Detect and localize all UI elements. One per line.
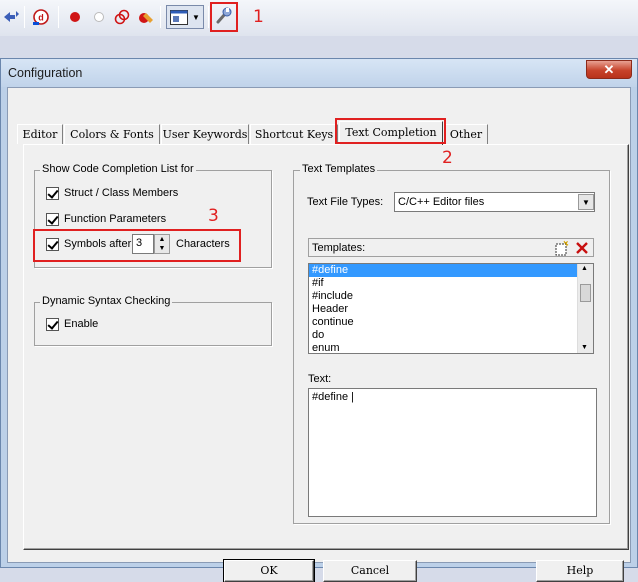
syntax-checking-group-title: Dynamic Syntax Checking (40, 295, 173, 307)
configuration-wrench-icon[interactable] (215, 6, 233, 26)
spin-down-icon[interactable]: ▼ (155, 244, 169, 253)
text-file-types-select[interactable]: C/C++ Editor files (394, 192, 595, 212)
text-templates-group-title: Text Templates (300, 163, 378, 175)
scroll-thumb[interactable] (580, 284, 591, 302)
tab-colors-fonts[interactable]: Colors & Fonts (64, 124, 160, 144)
spin-up-icon[interactable]: ▲ (155, 235, 169, 244)
chevron-down-icon[interactable]: ▼ (578, 194, 594, 210)
tab-other[interactable]: Other (444, 124, 488, 144)
annotation-box-2 (335, 118, 446, 144)
ok-button[interactable]: OK (223, 559, 315, 582)
function-params-checkbox[interactable] (46, 213, 59, 226)
symbols-after-checkbox[interactable] (46, 238, 59, 251)
window-layout-dropdown[interactable]: ▼ (166, 5, 204, 29)
kill-breakpoints-icon[interactable] (113, 8, 131, 26)
tab-editor[interactable]: Editor (17, 124, 63, 144)
list-item[interactable]: continue (309, 316, 593, 329)
annotation-number-3: 3 (208, 206, 219, 226)
title-bar[interactable]: Configuration ✕ (1, 59, 637, 87)
dropdown-icon: ▼ (192, 13, 200, 22)
debug-icon[interactable]: d (32, 8, 50, 26)
text-file-types-label: Text File Types: (307, 196, 384, 208)
code-completion-group-title: Show Code Completion List for (40, 163, 196, 175)
templates-list-items: #define #if #include Header continue do enum (309, 264, 593, 353)
back-forward-icon[interactable] (2, 8, 20, 26)
text-file-types-value: C/C++ Editor files (398, 196, 485, 208)
list-item[interactable]: Header (309, 303, 593, 316)
scroll-up-icon[interactable]: ▲ (581, 265, 588, 272)
enable-syntax-label: Enable (64, 318, 99, 330)
list-item[interactable]: enum (309, 342, 593, 353)
symbols-after-value: 3 (136, 237, 143, 249)
dialog-client: Editor Colors & Fonts User Keywords Shor… (7, 87, 631, 582)
tab-shortcut-keys[interactable]: Shortcut Keys (250, 124, 338, 144)
help-button[interactable]: Help (536, 560, 624, 582)
text-label: Text: (308, 373, 332, 385)
delete-template-icon[interactable] (574, 240, 590, 256)
enable-syntax-checkbox[interactable] (46, 318, 59, 331)
templates-label: Templates: (312, 242, 366, 254)
close-icon: ✕ (603, 62, 615, 77)
struct-members-checkbox[interactable] (46, 187, 59, 200)
cancel-button[interactable]: Cancel (323, 560, 417, 582)
templates-scrollbar[interactable]: ▲ ▼ (577, 264, 593, 353)
template-text-area[interactable]: #define | (308, 388, 597, 517)
scroll-down-icon[interactable]: ▼ (581, 344, 588, 351)
characters-label: Characters (176, 238, 230, 250)
list-item[interactable]: #include (309, 290, 593, 303)
disabled-breakpoint-icon[interactable] (90, 8, 108, 26)
struct-members-label: Struct / Class Members (64, 187, 179, 199)
close-button[interactable]: ✕ (586, 60, 632, 79)
templates-list[interactable]: #define #if #include Header continue do enum ▲… (308, 263, 594, 354)
configuration-dialog: Configuration ✕ Editor Colors & Fonts Us… (0, 58, 638, 582)
templates-header: Templates: (308, 238, 594, 257)
window-layout-icon (170, 10, 188, 25)
template-text-value: #define | (312, 391, 355, 403)
new-template-icon[interactable] (553, 240, 569, 256)
svg-text:d: d (38, 13, 44, 23)
list-item[interactable]: do (309, 329, 593, 342)
symbols-after-label: Symbols after (64, 238, 132, 250)
breakpoint-icon[interactable] (66, 8, 84, 26)
clear-breakpoints-icon[interactable] (137, 8, 155, 26)
symbols-after-field[interactable]: 3 (132, 234, 154, 254)
tab-user-keywords[interactable]: User Keywords (161, 124, 249, 144)
annotation-number-2: 2 (442, 148, 453, 168)
function-params-label: Function Parameters (64, 213, 167, 225)
annotation-number-1: 1 (253, 7, 264, 27)
window-title: Configuration (8, 66, 83, 80)
list-item[interactable]: #define (309, 264, 593, 277)
toolbar: d ▼ 1 (0, 0, 638, 36)
symbols-after-spinner[interactable]: ▲ ▼ (154, 234, 170, 254)
list-item[interactable]: #if (309, 277, 593, 290)
